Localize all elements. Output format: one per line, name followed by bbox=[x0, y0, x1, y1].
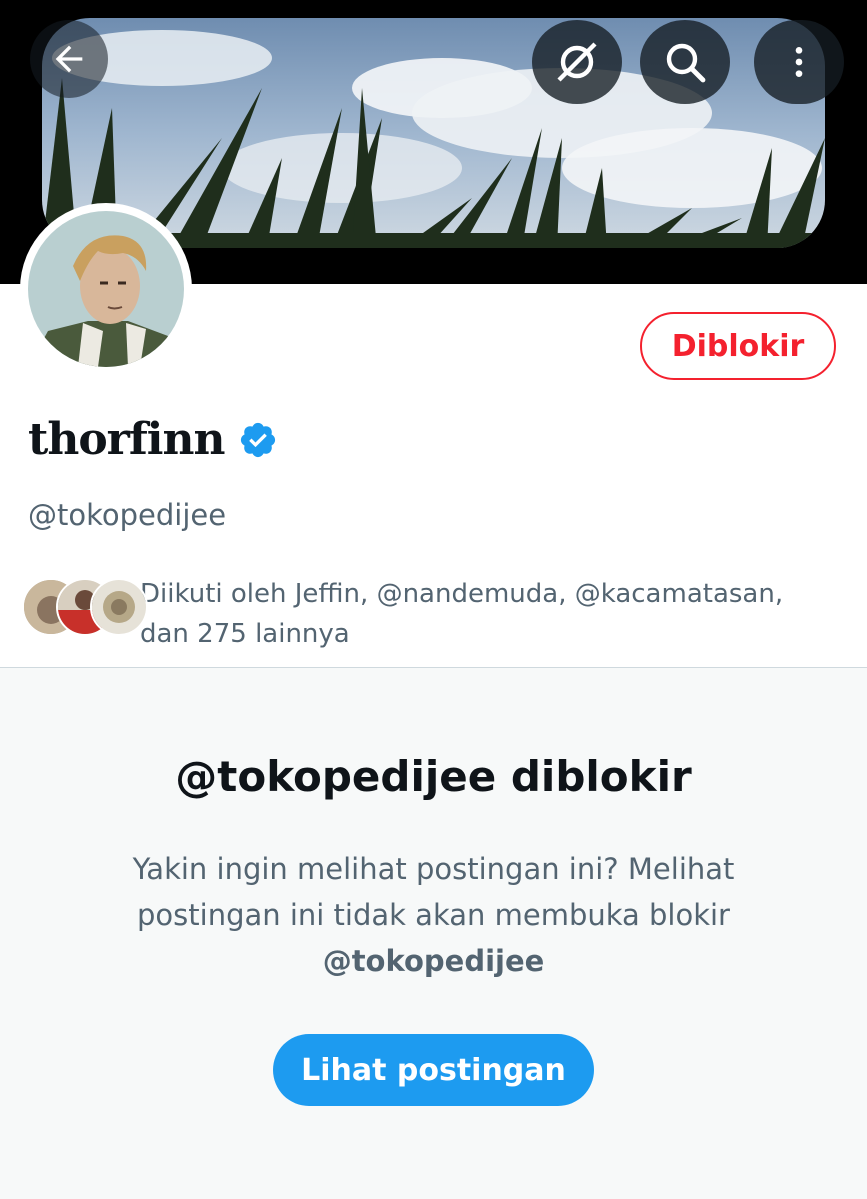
blocked-notice-title: @tokopedijee diblokir bbox=[175, 752, 692, 801]
blocked-notice-handle: @tokopedijee bbox=[322, 944, 545, 978]
view-posts-button[interactable]: Lihat postingan bbox=[273, 1034, 594, 1106]
search-button[interactable] bbox=[640, 20, 730, 104]
more-button[interactable] bbox=[754, 20, 844, 104]
followed-by[interactable]: Diikuti oleh Jeffin, @nandemuda, @kacama… bbox=[22, 574, 830, 654]
avatar[interactable] bbox=[28, 211, 184, 367]
blocked-button-label: Diblokir bbox=[671, 328, 805, 364]
blocked-notice-text: Yakin ingin melihat postingan ini? Melih… bbox=[132, 852, 735, 932]
avatar-container[interactable] bbox=[20, 203, 192, 375]
search-icon bbox=[666, 43, 706, 83]
blocked-notice-description: Yakin ingin melihat postingan ini? Melih… bbox=[90, 846, 777, 984]
followed-by-text: Diikuti oleh Jeffin, @nandemuda, @kacama… bbox=[140, 579, 784, 649]
view-posts-button-label: Lihat postingan bbox=[301, 1052, 566, 1088]
more-vertical-icon bbox=[795, 47, 803, 77]
follower-avatars bbox=[22, 574, 148, 636]
back-button[interactable] bbox=[30, 20, 108, 98]
display-name: thorfinn bbox=[28, 414, 225, 465]
blocked-button[interactable]: Diblokir bbox=[640, 312, 836, 380]
verified-badge-icon[interactable] bbox=[238, 420, 278, 460]
grok-button[interactable] bbox=[532, 20, 622, 104]
profile-name-row: thorfinn bbox=[28, 414, 278, 465]
follower-avatar bbox=[90, 578, 148, 636]
profile-handle: @tokopedijee bbox=[28, 498, 227, 532]
arrow-left-icon bbox=[55, 45, 83, 73]
grok-icon bbox=[557, 42, 597, 82]
